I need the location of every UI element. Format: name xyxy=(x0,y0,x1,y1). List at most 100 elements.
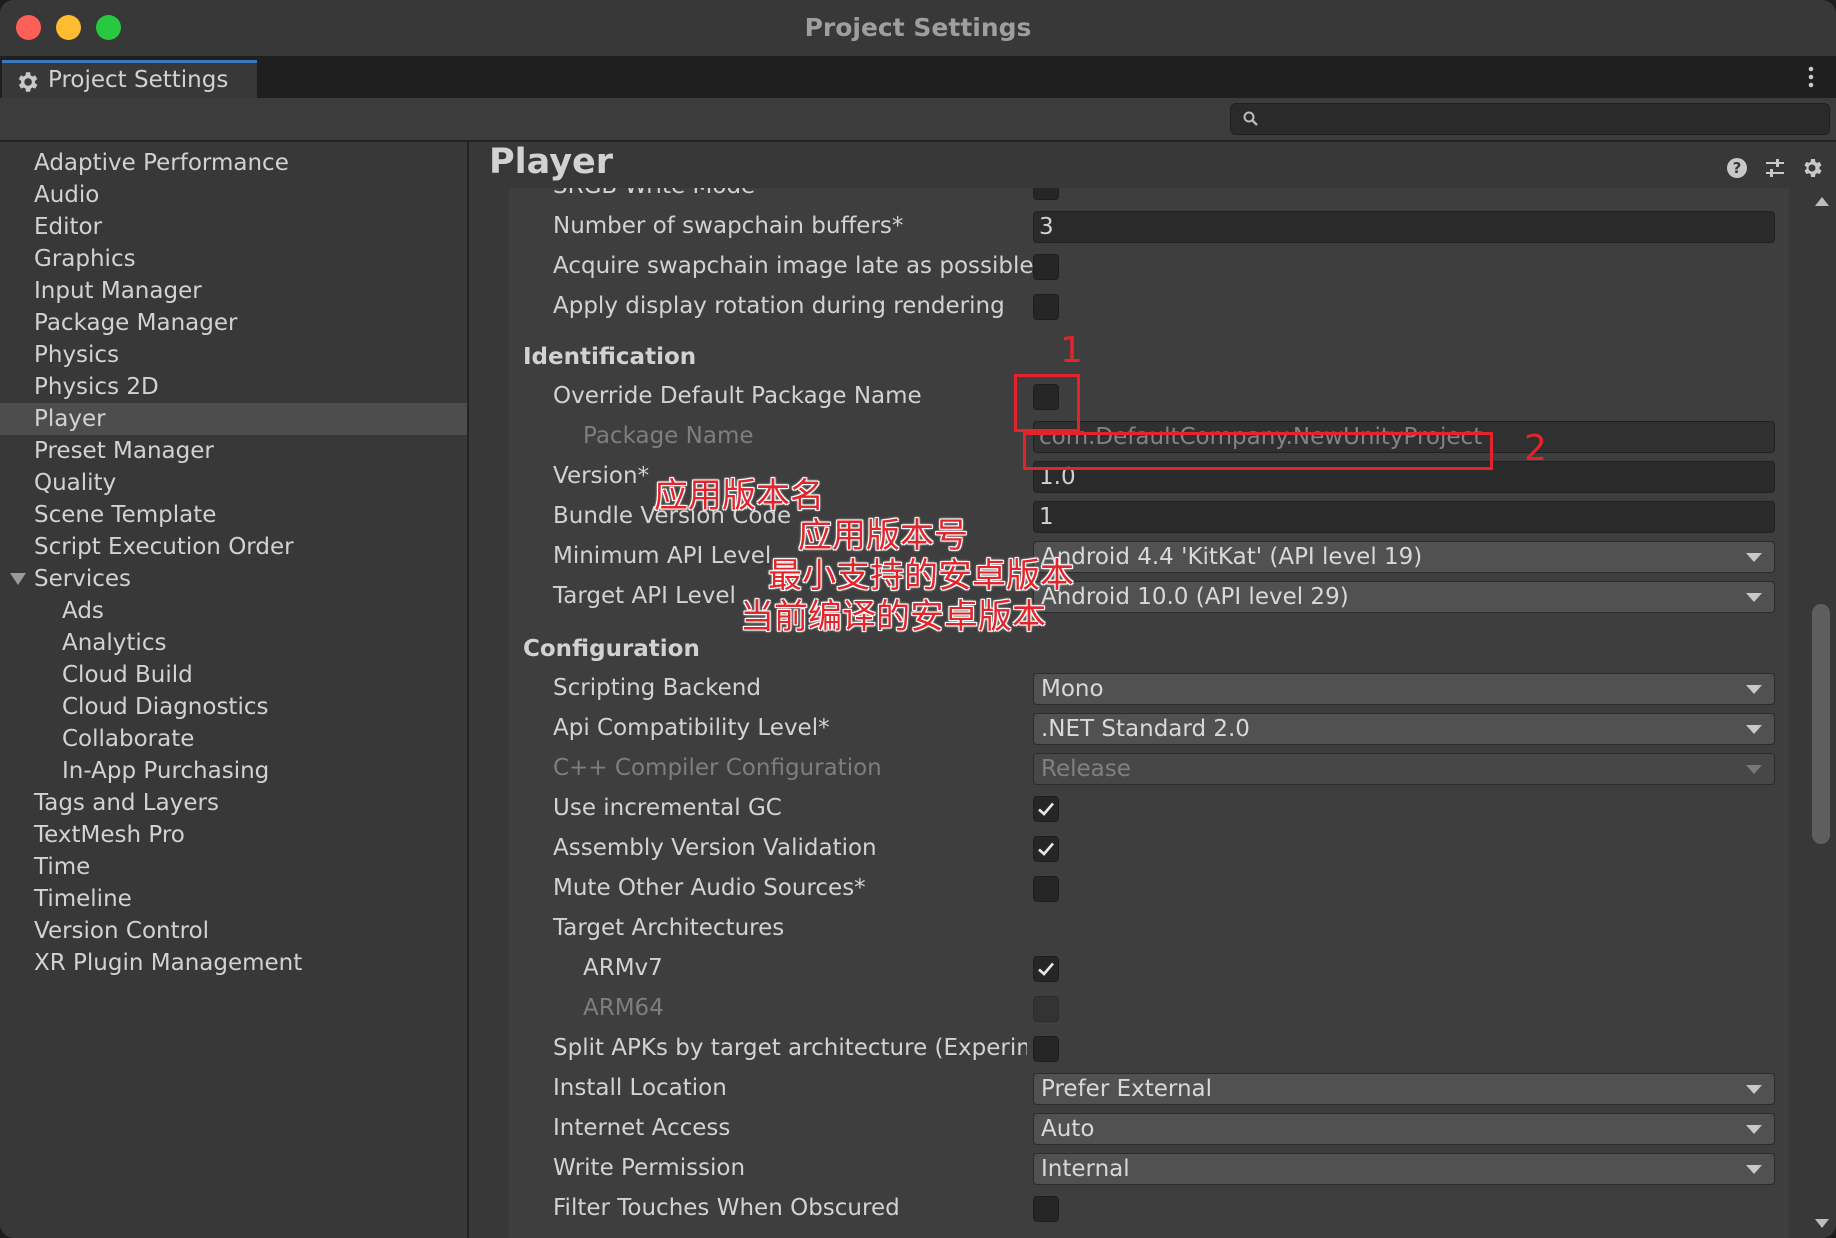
sidebar-item-editor[interactable]: Editor xyxy=(0,211,467,243)
sidebar-item-input-manager[interactable]: Input Manager xyxy=(0,275,467,307)
swapchain-buffers-input[interactable]: 3 xyxy=(1033,211,1775,243)
bundle-version-code-input[interactable]: 1 xyxy=(1033,501,1775,533)
sidebar-item-physics-2d[interactable]: Physics 2D xyxy=(0,371,467,403)
sidebar-item-label: Time xyxy=(34,854,91,880)
sidebar-item-preset-manager[interactable]: Preset Manager xyxy=(0,435,467,467)
setting-label: Internet Access xyxy=(553,1115,731,1141)
sidebar-item-audio[interactable]: Audio xyxy=(0,179,467,211)
checkmark-icon xyxy=(1038,802,1054,816)
chevron-down-icon xyxy=(1746,685,1762,694)
sidebar-item-package-manager[interactable]: Package Manager xyxy=(0,307,467,339)
sidebar-item-label: Physics xyxy=(34,342,120,368)
gear-icon[interactable] xyxy=(1800,156,1824,180)
page-title: Player xyxy=(489,142,614,182)
sidebar-item-time[interactable]: Time xyxy=(0,851,467,883)
sidebar-item-scene-template[interactable]: Scene Template xyxy=(0,499,467,531)
tab-project-settings[interactable]: Project Settings xyxy=(2,60,257,98)
setting-label: Api Compatibility Level* xyxy=(553,715,830,741)
sidebar-item-label: Collaborate xyxy=(62,726,195,752)
sidebar-item-version-control[interactable]: Version Control xyxy=(0,915,467,947)
setting-label: Split APKs by target architecture (Exper… xyxy=(553,1035,1027,1061)
cpp-compiler-row: C++ Compiler Configuration Release xyxy=(509,752,1789,786)
split-apks-row: Split APKs by target architecture (Exper… xyxy=(509,1032,1789,1066)
target-api-level-row: Target API Level Android 10.0 (API level… xyxy=(509,580,1789,614)
sidebar-item-player[interactable]: Player xyxy=(0,403,467,435)
tab-bar: Project Settings xyxy=(0,56,1836,98)
search-box xyxy=(1230,103,1830,135)
filter-touches-checkbox[interactable] xyxy=(1033,1196,1059,1222)
sidebar-item-in-app-purchasing[interactable]: In-App Purchasing xyxy=(0,755,467,787)
preset-sliders-icon[interactable] xyxy=(1763,156,1787,180)
api-compatibility-dropdown[interactable]: .NET Standard 2.0 xyxy=(1033,713,1775,745)
cpp-compiler-dropdown[interactable]: Release xyxy=(1033,753,1775,785)
srgb-write-mode-checkbox[interactable] xyxy=(1033,188,1059,200)
sidebar-item-analytics[interactable]: Analytics xyxy=(0,627,467,659)
acquire-swapchain-row: Acquire swapchain image late as possible… xyxy=(509,250,1789,284)
sidebar-item-xr-plugin-management[interactable]: XR Plugin Management xyxy=(0,947,467,979)
sidebar-item-physics[interactable]: Physics xyxy=(0,339,467,371)
title-bar: Project Settings xyxy=(0,0,1836,56)
sidebar-item-cloud-build[interactable]: Cloud Build xyxy=(0,659,467,691)
setting-label: SRGB Write Mode* xyxy=(553,188,767,199)
sidebar-item-label: Adaptive Performance xyxy=(34,150,289,176)
scripting-backend-row: Scripting Backend Mono xyxy=(509,672,1789,706)
setting-label: Target Architectures xyxy=(553,915,785,941)
sidebar-item-label: Editor xyxy=(34,214,103,240)
armv7-checkbox[interactable] xyxy=(1033,956,1059,982)
dropdown-value: Internal xyxy=(1041,1156,1130,1182)
scrollbar-thumb[interactable] xyxy=(1812,604,1830,844)
help-icon[interactable]: ? xyxy=(1725,156,1749,180)
dropdown-value: Android 10.0 (API level 29) xyxy=(1041,584,1349,610)
setting-label: ARMv7 xyxy=(583,955,663,981)
sidebar-item-cloud-diagnostics[interactable]: Cloud Diagnostics xyxy=(0,691,467,723)
chevron-down-icon xyxy=(1746,725,1762,734)
sidebar-item-ads[interactable]: Ads xyxy=(0,595,467,627)
sidebar-item-quality[interactable]: Quality xyxy=(0,467,467,499)
vertical-scrollbar[interactable] xyxy=(1809,189,1833,1234)
dropdown-value: Android 4.4 'KitKat' (API level 19) xyxy=(1041,544,1423,570)
dropdown-value: .NET Standard 2.0 xyxy=(1041,716,1250,742)
sidebar-item-services[interactable]: Services xyxy=(0,563,467,595)
setting-label: Package Name xyxy=(583,423,754,449)
chevron-down-icon xyxy=(1746,593,1762,602)
mute-audio-checkbox[interactable] xyxy=(1033,876,1059,902)
setting-label: Assembly Version Validation xyxy=(553,835,877,861)
write-permission-dropdown[interactable]: Internal xyxy=(1033,1153,1775,1185)
display-rotation-checkbox[interactable] xyxy=(1033,294,1059,320)
arm64-checkbox[interactable] xyxy=(1033,996,1059,1022)
sidebar-item-adaptive-performance[interactable]: Adaptive Performance xyxy=(0,147,467,179)
dropdown-value: Mono xyxy=(1041,676,1104,702)
foldout-arrow-icon[interactable] xyxy=(10,573,26,585)
sidebar-item-collaborate[interactable]: Collaborate xyxy=(0,723,467,755)
search-icon xyxy=(1243,111,1258,126)
minimum-api-level-dropdown[interactable]: Android 4.4 'KitKat' (API level 19) xyxy=(1033,541,1775,573)
scroll-up-arrow-icon[interactable] xyxy=(1815,197,1829,206)
scripting-backend-dropdown[interactable]: Mono xyxy=(1033,673,1775,705)
setting-label: Number of swapchain buffers* xyxy=(553,213,904,239)
search-input[interactable] xyxy=(1267,106,1821,132)
sidebar-item-textmesh-pro[interactable]: TextMesh Pro xyxy=(0,819,467,851)
settings-sidebar: Adaptive Performance Audio Editor Graphi… xyxy=(0,142,469,1238)
acquire-swapchain-checkbox[interactable] xyxy=(1033,254,1059,280)
install-location-dropdown[interactable]: Prefer External xyxy=(1033,1073,1775,1105)
chevron-down-icon xyxy=(1746,553,1762,562)
setting-label: Acquire swapchain image late as possible… xyxy=(553,253,1046,279)
sidebar-item-label: Services xyxy=(34,566,131,592)
sidebar-item-script-execution-order[interactable]: Script Execution Order xyxy=(0,531,467,563)
sidebar-item-tags-and-layers[interactable]: Tags and Layers xyxy=(0,787,467,819)
incremental-gc-checkbox[interactable] xyxy=(1033,796,1059,822)
target-api-level-dropdown[interactable]: Android 10.0 (API level 29) xyxy=(1033,581,1775,613)
setting-label: Minimum API Level xyxy=(553,543,772,569)
chevron-down-icon xyxy=(1746,1125,1762,1134)
sidebar-item-timeline[interactable]: Timeline xyxy=(0,883,467,915)
identification-section: Identification xyxy=(509,342,1789,376)
sidebar-item-label: Ads xyxy=(62,598,104,624)
split-apks-checkbox[interactable] xyxy=(1033,1036,1059,1062)
scroll-down-arrow-icon[interactable] xyxy=(1815,1219,1829,1228)
internet-access-dropdown[interactable]: Auto xyxy=(1033,1113,1775,1145)
setting-label: C++ Compiler Configuration xyxy=(553,755,882,781)
sidebar-item-graphics[interactable]: Graphics xyxy=(0,243,467,275)
annotation-box-1 xyxy=(1014,374,1080,432)
more-options-icon[interactable] xyxy=(1808,66,1814,88)
assembly-validation-checkbox[interactable] xyxy=(1033,836,1059,862)
